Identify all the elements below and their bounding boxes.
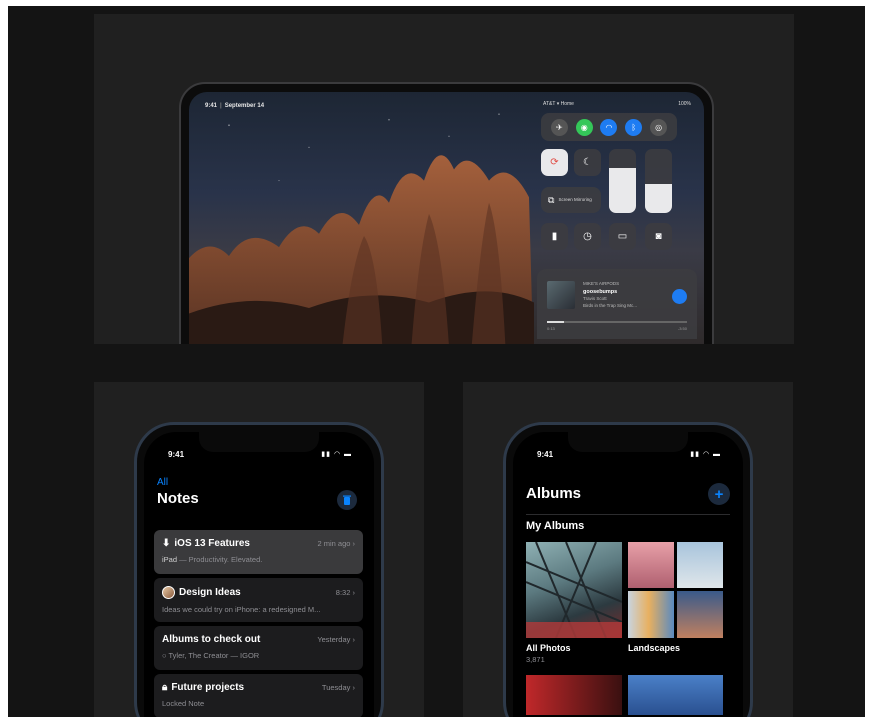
brightness-slider[interactable] <box>609 149 636 213</box>
album-thumb-landscapes-2[interactable] <box>677 542 723 588</box>
trash-button[interactable] <box>337 490 357 510</box>
note-item[interactable]: Design Ideas 8:32 › Ideas we could try o… <box>154 578 363 622</box>
trash-icon <box>343 495 351 505</box>
cc-battery: 100% <box>678 101 691 107</box>
album-count: 3,871 <box>526 655 545 664</box>
divider <box>526 514 730 515</box>
ipad-status-time: 9:41 <box>205 103 218 109</box>
bluetooth-icon[interactable]: ᛒ <box>625 118 643 136</box>
low-power-icon[interactable]: ▭ <box>609 223 636 250</box>
note-preview: Locked Note <box>162 699 205 708</box>
do-not-disturb-icon[interactable]: ☾ <box>574 149 601 176</box>
note-title: Albums to check out <box>162 634 261 645</box>
screen-mirroring-icon: ⧉ <box>548 194 555 205</box>
timer-icon[interactable]: ◷ <box>574 223 601 250</box>
note-title: iOS 13 Features <box>174 538 250 549</box>
album-thumb-favorites[interactable] <box>628 675 723 715</box>
playback-progress[interactable] <box>547 321 687 323</box>
album-name: All Photos <box>526 643 571 653</box>
note-preview: Tyler, The Creator — IGOR <box>168 651 260 660</box>
album-name: Landscapes <box>628 643 681 653</box>
cc-carrier: AT&T <box>543 101 556 107</box>
album-art <box>547 281 575 309</box>
note-folder: iPad <box>162 555 178 564</box>
add-album-button[interactable]: + <box>708 483 730 505</box>
pin-icon: ⬇ <box>162 538 171 549</box>
now-playing-info: MIKE'S AIRPODS goosebumps Travis Scott B… <box>583 281 637 310</box>
notes-screen: 9:41 ▮▮ ◠ ▬ All Notes ⬇ iOS 13 Features 2… <box>144 432 374 717</box>
phone-notch <box>199 432 319 452</box>
screen-mirroring-button[interactable]: ⧉ Screen Mirroring <box>541 187 601 213</box>
screen-mirroring-label: Screen Mirroring <box>558 197 592 203</box>
ipad-device: 9:41 | September 14 AT&T ▾ Home 100% ✈ ◉ ◠… <box>179 82 714 344</box>
note-title: Design Ideas <box>179 587 241 598</box>
plus-icon: + <box>714 485 724 503</box>
elapsed-time: 0:13 <box>547 326 555 331</box>
page-title: Albums <box>526 485 582 502</box>
notes-iphone: 9:41 ▮▮ ◠ ▬ All Notes ⬇ iOS 13 Features 2… <box>134 422 384 717</box>
status-icons: ▮▮ ◠ ▬ <box>321 451 352 458</box>
ipad-status-bar: 9:41 | September 14 <box>205 103 265 109</box>
music-source: MIKE'S AIRPODS <box>583 281 620 286</box>
back-all-link[interactable]: All <box>157 477 168 488</box>
notes-panel: 9:41 ▮▮ ◠ ▬ All Notes ⬇ iOS 13 Features 2… <box>94 382 424 717</box>
note-item[interactable]: ⬇ iOS 13 Features 2 min ago › iPad — Prod… <box>154 530 363 574</box>
ipad-panel: 9:41 | September 14 AT&T ▾ Home 100% ✈ ◉ ◠… <box>94 14 794 344</box>
avatar <box>162 586 175 599</box>
albums-panel: 9:41 ▮▮ ◠ ▬ Albums + My Albums All Photo… <box>463 382 793 717</box>
orientation-lock-icon[interactable]: ⟳ <box>541 149 568 176</box>
camera-icon[interactable]: ◙ <box>645 223 672 250</box>
bridge-photo <box>526 542 622 638</box>
cellular-icon[interactable]: ◉ <box>575 118 593 136</box>
ipad-status-date: September 14 <box>224 103 265 109</box>
album-thumb-landscapes-1[interactable] <box>628 542 674 588</box>
track-album: Birds in the Trap Sing Mc... <box>583 302 638 308</box>
flashlight-icon[interactable]: ▮ <box>541 223 568 250</box>
note-date: Tuesday <box>321 683 351 692</box>
status-time: 9:41 <box>537 450 554 459</box>
track-artist: Travis Scott <box>583 296 607 301</box>
showcase-stage: 9:41 | September 14 AT&T ▾ Home 100% ✈ ◉ ◠… <box>8 6 865 717</box>
cc-network: Home <box>560 101 574 107</box>
cc-status-bar: AT&T ▾ Home 100% <box>543 101 691 107</box>
track-title: goosebumps <box>583 288 618 295</box>
page-title: Notes <box>157 490 199 507</box>
album-thumb-landscapes-3[interactable] <box>628 591 674 638</box>
wifi-icon[interactable]: ◠ <box>600 118 618 136</box>
note-item[interactable]: Albums to check out Yesterday › ○ Tyler,… <box>154 626 363 670</box>
ipad-screen: 9:41 | September 14 AT&T ▾ Home 100% ✈ ◉ ◠… <box>189 92 704 344</box>
phone-notch <box>568 432 688 452</box>
note-date: 2 min ago <box>317 539 351 548</box>
album-thumb-landscapes-4[interactable] <box>677 591 723 638</box>
airdrop-icon[interactable]: ◎ <box>650 118 668 136</box>
note-preview: Ideas we could try on iPhone: a redesign… <box>162 605 321 614</box>
note-item[interactable]: 🔒︎ Future projects Tuesday › Locked Note <box>154 674 363 717</box>
airplay-icon[interactable] <box>672 289 687 304</box>
note-date: 8:32 <box>335 588 351 597</box>
playback-progress-fill <box>547 321 564 323</box>
note-title: Future projects <box>171 682 245 693</box>
status-icons: ▮▮ ◠ ▬ <box>690 451 721 458</box>
note-preview: — Productivity. Elevated. <box>177 555 263 564</box>
album-thumb-people[interactable] <box>526 675 622 715</box>
status-time: 9:41 <box>168 450 185 459</box>
now-playing-module[interactable]: MIKE'S AIRPODS goosebumps Travis Scott B… <box>537 269 697 339</box>
lock-icon: 🔒︎ <box>162 682 168 693</box>
volume-slider[interactable] <box>645 149 672 213</box>
airplane-mode-icon[interactable]: ✈ <box>550 118 568 136</box>
albums-iphone: 9:41 ▮▮ ◠ ▬ Albums + My Albums All Photo… <box>503 422 753 717</box>
remaining-time: -3:50 <box>677 326 687 331</box>
connectivity-module: ✈ ◉ ◠ ᛒ ◎ <box>541 113 677 141</box>
control-center: AT&T ▾ Home 100% ✈ ◉ ◠ ᛒ ◎ ⟳ ☾ ⧉ Screen … <box>537 99 697 339</box>
section-title: My Albums <box>526 520 585 532</box>
album-thumb-all-photos[interactable] <box>526 542 622 638</box>
albums-screen: 9:41 ▮▮ ◠ ▬ Albums + My Albums All Photo… <box>513 432 743 717</box>
note-date: Yesterday <box>317 635 351 644</box>
